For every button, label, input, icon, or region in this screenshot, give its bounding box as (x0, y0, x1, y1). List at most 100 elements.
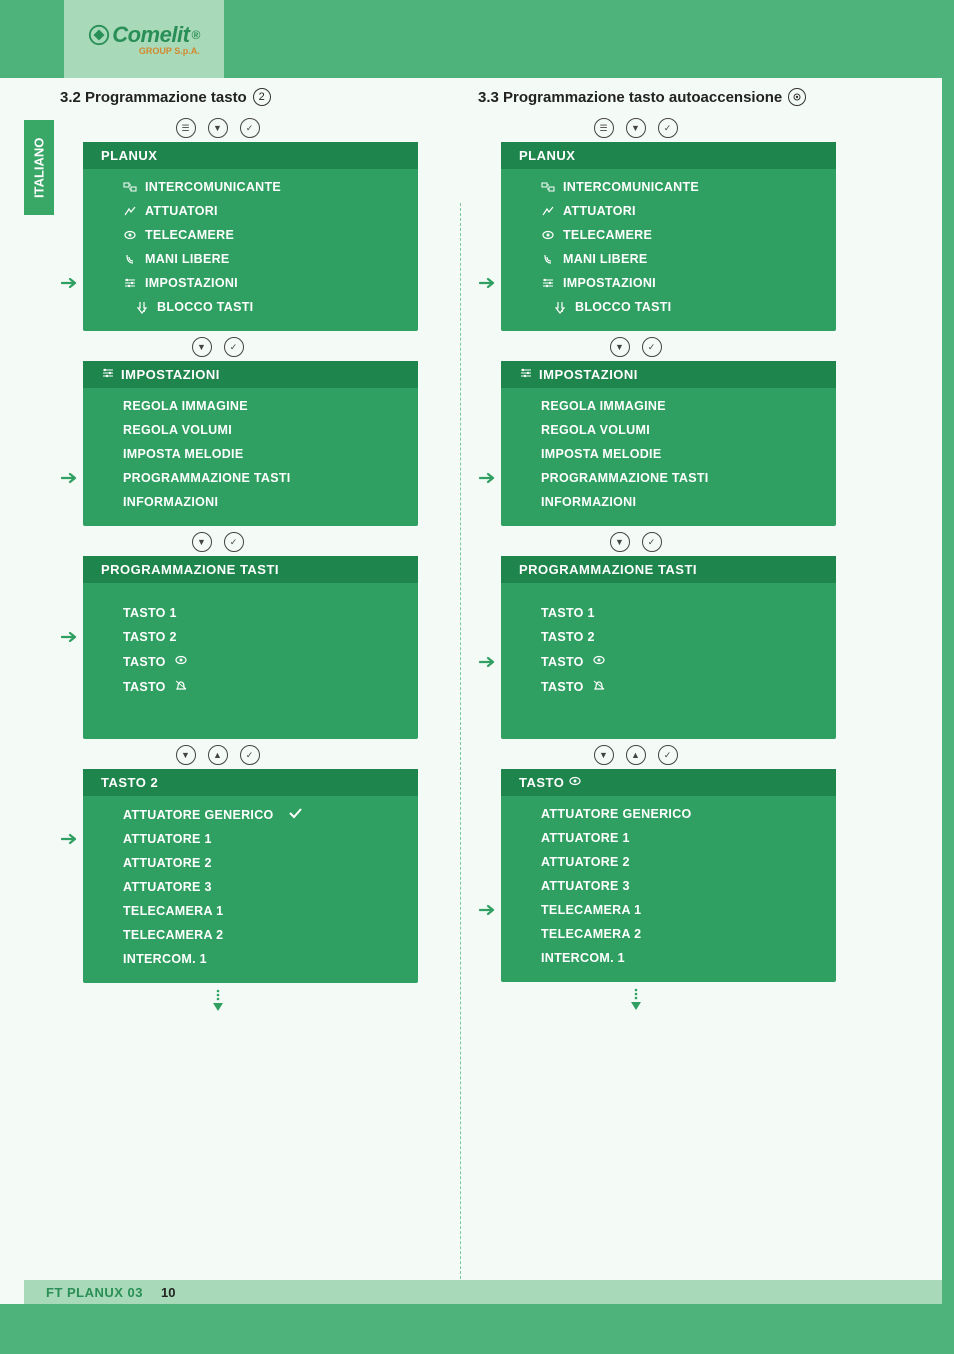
menu-item: IMPOSTAZIONI (501, 271, 836, 295)
handsfree-icon (123, 253, 137, 265)
menu-item-label: TASTO (541, 655, 584, 669)
menu-item-label: PROGRAMMAZIONE TASTI (541, 471, 709, 485)
bell-icon (592, 679, 606, 694)
bottom-band (0, 1304, 954, 1354)
intercom-icon (123, 181, 137, 193)
down-icon: ▼ (594, 745, 614, 765)
camera-icon (592, 654, 606, 669)
menu-planux: PLANUX INTERCOMUNICANTE ATTUATORI TELECAMER… (501, 142, 836, 331)
menu-item: PROGRAMMAZIONE TASTI (501, 466, 836, 490)
menu-item: TASTO (501, 649, 836, 674)
menu-item-label: ATTUATORE 2 (541, 855, 630, 869)
menu-item-label: TASTO 2 (123, 630, 177, 644)
nav-icons-4: ▼ ▲ ✓ (60, 745, 475, 765)
menu-programmazione-tasti: PROGRAMMAZIONE TASTITASTO 1TASTO 2TASTO … (501, 556, 836, 739)
arrow-right-icon (60, 833, 80, 845)
menu-header: PLANUX (83, 142, 418, 169)
logo-container: Comelit® GROUP S.p.A. (64, 0, 224, 78)
down-icon: ▼ (626, 118, 646, 138)
menu-item: TELECAMERA 2 (83, 923, 418, 947)
menu-item-label: PROGRAMMAZIONE TASTI (123, 471, 291, 485)
down-icon: ▼ (208, 118, 228, 138)
handsfree-icon (541, 253, 555, 265)
menu-item: ATTUATORE GENERICO (501, 802, 836, 826)
menu-item: REGOLA VOLUMI (83, 418, 418, 442)
menu-item-label: TASTO (123, 680, 166, 694)
menu-item-label: IMPOSTA MELODIE (541, 447, 661, 461)
menu-item: INTERCOMUNICANTE (83, 175, 418, 199)
menu-header: IMPOSTAZIONI (501, 361, 836, 388)
arrow-right-icon (60, 631, 80, 643)
arrow-right-icon (60, 472, 80, 484)
menu-item: INFORMAZIONI (83, 490, 418, 514)
menu-item: TELECAMERA 2 (501, 922, 836, 946)
menu-item-label: TASTO (541, 680, 584, 694)
menu-item: ATTUATORE 3 (83, 875, 418, 899)
autoaccensione-icon (788, 88, 806, 106)
nav-icons-2r: ▼ ✓ (478, 337, 893, 357)
language-tab: ITALIANO (24, 120, 54, 215)
menu-planux: PLANUX INTERCOMUNICANTE ATTUATORI TELECAMER… (83, 142, 418, 331)
menu-item-label: BLOCCO TASTI (575, 300, 671, 314)
menu-header-label: IMPOSTAZIONI (121, 367, 220, 382)
menu-item-label: ATTUATORE 1 (541, 831, 630, 845)
camera-icon (174, 654, 188, 669)
camera-icon (568, 775, 582, 790)
menu-header-label: TASTO (519, 775, 564, 790)
down-icon: ▼ (176, 745, 196, 765)
menu-item-label: TELECAMERE (563, 228, 652, 242)
menu-item-label: ATTUATORE 3 (123, 880, 212, 894)
check-icon: ✓ (658, 118, 678, 138)
menu-item-label: TELECAMERA 2 (123, 928, 223, 942)
menu-header: TASTO (501, 769, 836, 796)
menu-item: REGOLA IMMAGINE (83, 394, 418, 418)
menu-item-label: TASTO 1 (541, 606, 595, 620)
menu-header-label: PLANUX (519, 148, 575, 163)
continue-arrow-icon (60, 983, 475, 1018)
menu-header-label: PLANUX (101, 148, 157, 163)
menu-item-label: IMPOSTAZIONI (563, 276, 656, 290)
menu-tasto-2: TASTO 2ATTUATORE GENERICOATTUATORE 1ATTU… (83, 769, 418, 983)
menu-item-label: INTERCOMUNICANTE (563, 180, 699, 194)
menu-header: IMPOSTAZIONI (83, 361, 418, 388)
column-right: 3.3 Programmazione tasto autoaccensione … (478, 88, 893, 1017)
arrow-right-icon (478, 656, 498, 668)
menu-item: IMPOSTAZIONI (83, 271, 418, 295)
camera-icon (541, 229, 555, 241)
up-icon: ▲ (208, 745, 228, 765)
menu-item: TASTO (83, 674, 418, 699)
check-icon: ✓ (224, 532, 244, 552)
check-icon: ✓ (240, 118, 260, 138)
footer-bar: FT PLANUX 03 10 (24, 1280, 942, 1304)
nav-icons-3r: ▼ ✓ (478, 532, 893, 552)
checkmark-icon (288, 807, 302, 822)
check-icon: ✓ (642, 532, 662, 552)
menu-impostazioni: IMPOSTAZIONIREGOLA IMMAGINEREGOLA VOLUMI… (501, 361, 836, 526)
menu-item-label: ATTUATORE 3 (541, 879, 630, 893)
menu-item: ATTUATORE GENERICO (83, 802, 418, 827)
actuator-icon (541, 205, 555, 217)
menu-item-label: TELECAMERE (145, 228, 234, 242)
menu-item-label: REGOLA IMMAGINE (123, 399, 248, 413)
menu-item-label: IMPOSTA MELODIE (123, 447, 243, 461)
menu-item-label: TELECAMERA 1 (123, 904, 223, 918)
menu-item-label: INTERCOM. 1 (541, 951, 625, 965)
lock-icon (135, 300, 149, 314)
brand-subtitle: GROUP S.p.A. (88, 46, 200, 56)
menu-item-label: ATTUATORI (145, 204, 218, 218)
menu-item-label: ATTUATORE 1 (123, 832, 212, 846)
menu-programmazione-tasti: PROGRAMMAZIONE TASTITASTO 1TASTO 2TASTO … (83, 556, 418, 739)
menu-icon: ☰ (594, 118, 614, 138)
footer-doc-id: FT PLANUX 03 (46, 1285, 143, 1300)
nav-icons-1: ☰ ▼ ✓ (60, 118, 475, 138)
section-title-text: 3.2 Programmazione tasto (60, 89, 247, 106)
menu-item-label: TASTO (123, 655, 166, 669)
camera-icon (123, 229, 137, 241)
menu-item: TELECAMERA 1 (501, 898, 836, 922)
menu-item-label: ATTUATORI (563, 204, 636, 218)
menu-item: TASTO 2 (501, 625, 836, 649)
menu-item: REGOLA VOLUMI (501, 418, 836, 442)
nav-icons-2: ▼ ✓ (60, 337, 475, 357)
nav-icons-1r: ☰ ▼ ✓ (478, 118, 893, 138)
menu-item-label: REGOLA VOLUMI (541, 423, 650, 437)
